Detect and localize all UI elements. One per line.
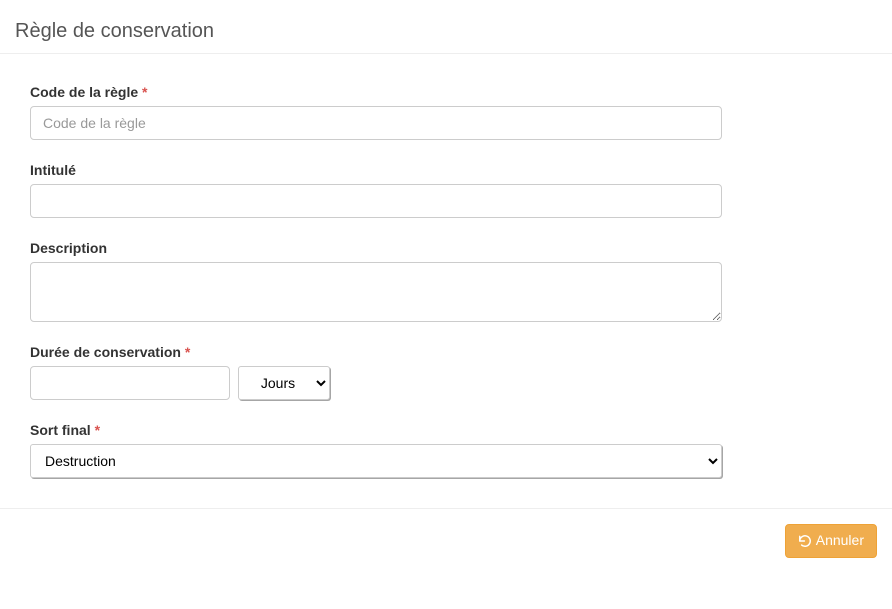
duration-unit-select[interactable]: Jours — [238, 366, 330, 400]
intitule-label: Intitulé — [30, 162, 862, 178]
duration-label-text: Durée de conservation — [30, 344, 181, 360]
page-title: Règle de conservation — [15, 20, 877, 43]
code-input[interactable] — [30, 106, 722, 140]
cancel-button-label: Annuler — [816, 531, 864, 551]
form-footer: Annuler — [0, 509, 892, 573]
duration-row: Jours — [30, 366, 862, 400]
required-star: * — [95, 422, 100, 438]
description-label: Description — [30, 240, 862, 256]
required-star: * — [142, 84, 147, 100]
required-star: * — [185, 344, 190, 360]
intitule-input[interactable] — [30, 184, 722, 218]
field-code: Code de la règle * — [30, 84, 862, 140]
final-label-text: Sort final — [30, 422, 91, 438]
field-description: Description — [30, 240, 862, 322]
field-final: Sort final * Destruction — [30, 422, 862, 478]
duration-label: Durée de conservation * — [30, 344, 862, 360]
form-body: Code de la règle * Intitulé Description … — [0, 54, 892, 509]
duration-number-input[interactable] — [30, 366, 230, 400]
code-label: Code de la règle * — [30, 84, 862, 100]
undo-icon — [798, 534, 812, 548]
code-label-text: Code de la règle — [30, 84, 138, 100]
field-duration: Durée de conservation * Jours — [30, 344, 862, 400]
field-intitule: Intitulé — [30, 162, 862, 218]
cancel-button[interactable]: Annuler — [785, 524, 877, 558]
page-header: Règle de conservation — [0, 0, 892, 54]
description-textarea[interactable] — [30, 262, 722, 322]
final-label: Sort final * — [30, 422, 862, 438]
final-select[interactable]: Destruction — [30, 444, 722, 478]
